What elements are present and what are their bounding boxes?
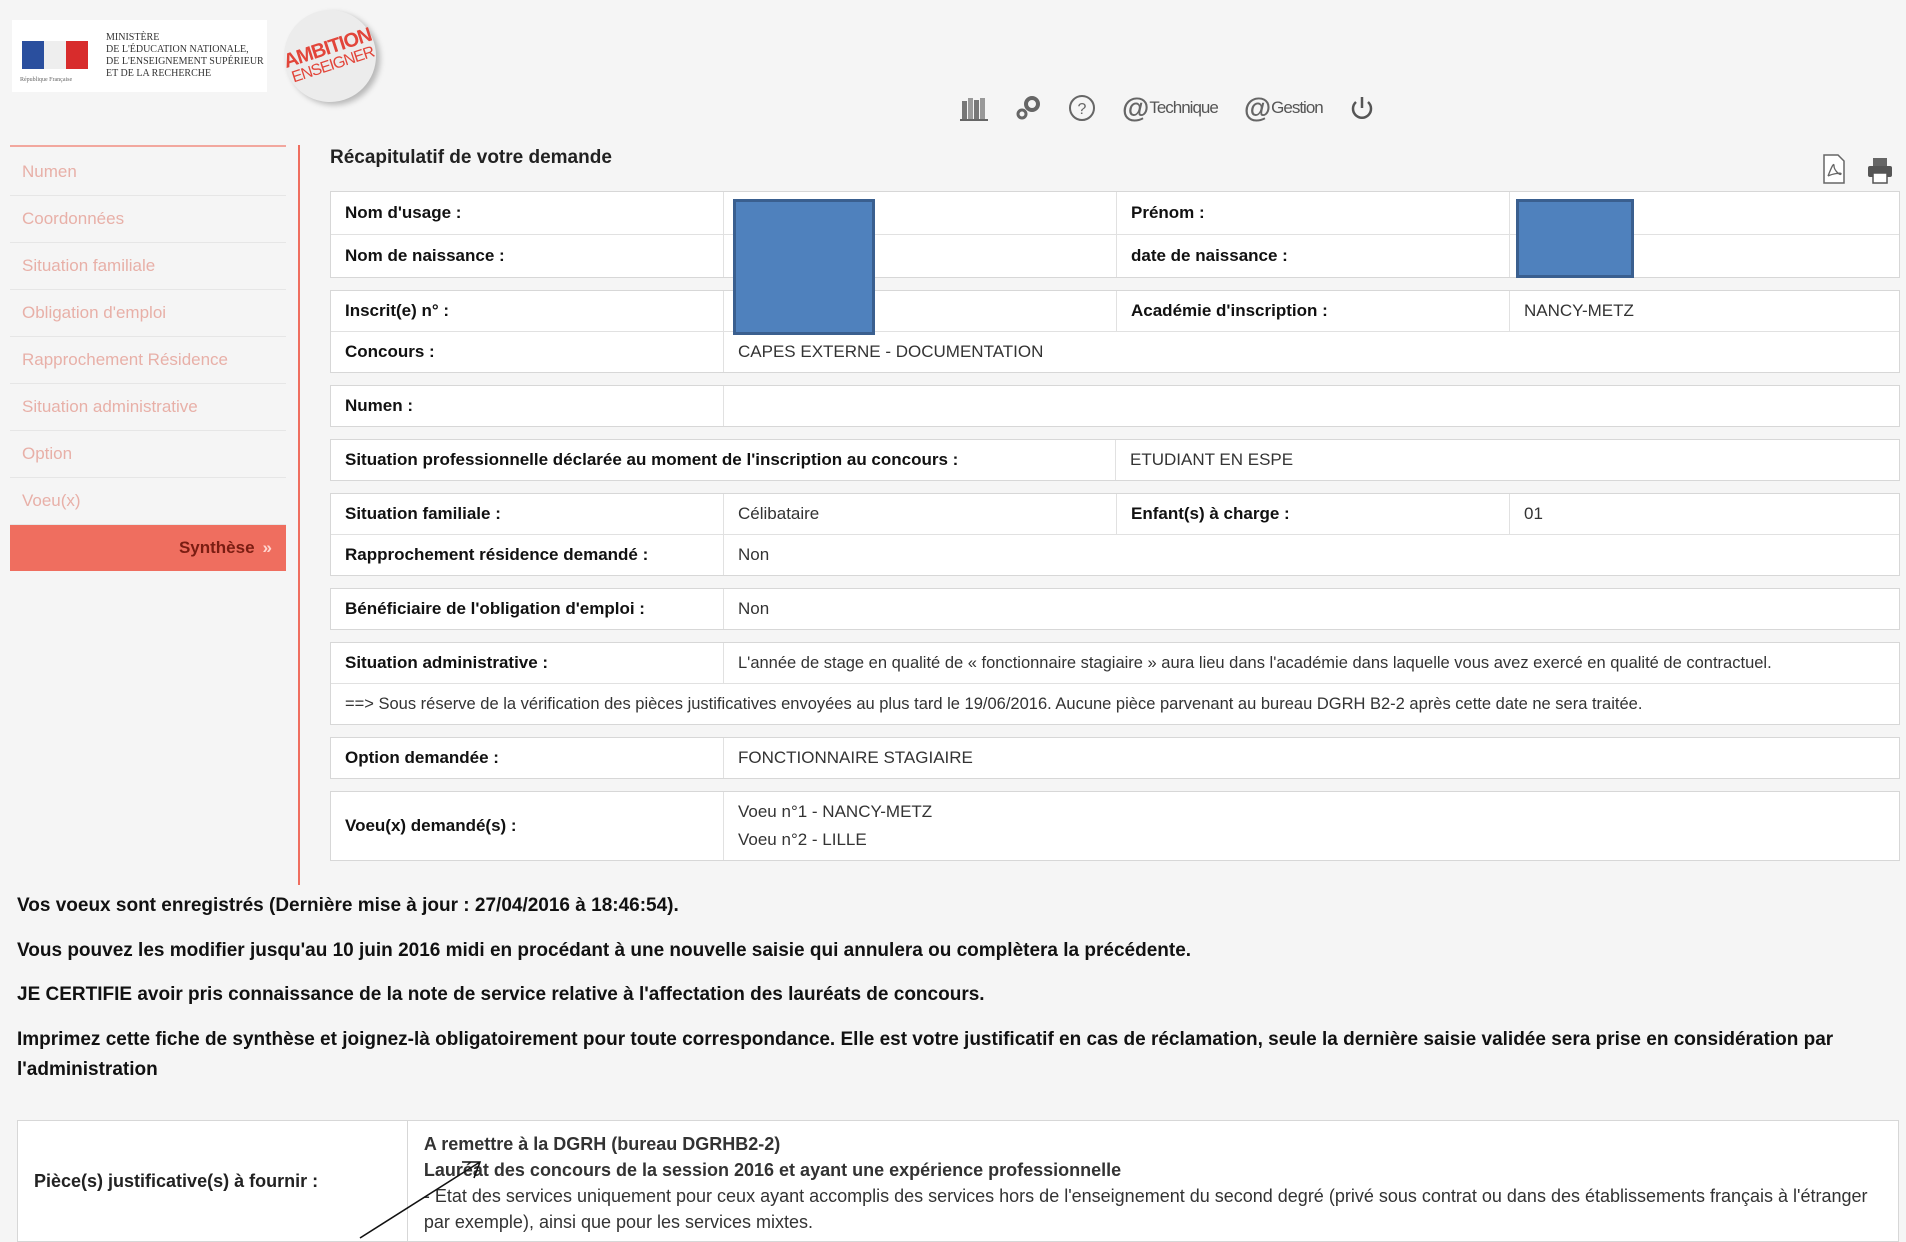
nom-usage-label: Nom d'usage : xyxy=(331,192,724,234)
sidebar: Numen Coordonnées Situation familiale Ob… xyxy=(10,145,286,571)
numen-value xyxy=(724,386,1899,426)
obligation-label: Bénéficiaire de l'obligation d'emploi : xyxy=(331,589,724,629)
sidebar-item-label: Synthèse xyxy=(178,538,255,557)
ministry-logo: République Française Ministère de l'Éduc… xyxy=(12,20,267,92)
sidebar-item-label: Numen xyxy=(22,162,77,181)
print-instruction-message: Imprimez cette fiche de synthèse et joig… xyxy=(17,1029,1834,1080)
modification-deadline-message: Vous pouvez les modifier jusqu'au 10 jui… xyxy=(17,940,1192,961)
sidebar-item-coordonnees[interactable]: Coordonnées xyxy=(10,196,286,243)
identity-box: Nom d'usage : Prénom : Nom de naissance … xyxy=(330,191,1900,278)
situation-fam-label: Situation familiale : xyxy=(331,494,724,534)
sidebar-item-situation-administrative[interactable]: Situation administrative xyxy=(10,384,286,431)
toolbar: ? @ Technique @ Gestion xyxy=(960,92,1375,124)
academie-label: Académie d'inscription : xyxy=(1117,291,1510,331)
situation-admin-box: Situation administrative : L'année de st… xyxy=(330,642,1900,725)
famille-box: Situation familiale : Célibataire Enfant… xyxy=(330,493,1900,576)
sidebar-item-option[interactable]: Option xyxy=(10,431,286,478)
voeux-label: Voeu(x) demandé(s) : xyxy=(331,792,724,860)
situation-pro-box: Situation professionnelle déclarée au mo… xyxy=(330,439,1900,481)
sidebar-item-obligation-emploi[interactable]: Obligation d'emploi xyxy=(10,290,286,337)
situation-admin-label: Situation administrative : xyxy=(331,643,724,683)
gestion-contact-link[interactable]: @ Gestion xyxy=(1243,92,1324,124)
redaction-box xyxy=(1516,199,1634,278)
rapprochement-value: Non xyxy=(738,545,770,564)
numen-box: Numen : xyxy=(330,385,1900,427)
at-icon: @ xyxy=(1243,92,1271,123)
concours-label: Concours : xyxy=(331,332,724,372)
pieces-content: A remettre à la DGRH (bureau DGRHB2-2) L… xyxy=(408,1121,1898,1241)
option-value: FONCTIONNAIRE STAGIAIRE xyxy=(738,748,973,767)
sidebar-item-label: Coordonnées xyxy=(22,209,125,228)
situation-pro-label: Situation professionnelle déclarée au mo… xyxy=(331,440,1116,480)
sidebar-item-numen[interactable]: Numen xyxy=(10,149,286,196)
situation-admin-value: L'année de stage en qualité de « fonctio… xyxy=(738,653,1772,672)
enfants-value: 01 xyxy=(1524,504,1543,523)
power-icon[interactable] xyxy=(1349,94,1375,122)
option-label: Option demandée : xyxy=(331,738,724,778)
sidebar-divider xyxy=(298,145,300,885)
academie-value: NANCY-METZ xyxy=(1524,301,1634,320)
sidebar-item-rapprochement-residence[interactable]: Rapprochement Résidence xyxy=(10,337,286,384)
voeu-2: Voeu n°2 - LILLE xyxy=(738,830,867,849)
sidebar-item-label: Voeu(x) xyxy=(22,491,81,510)
prenom-label: Prénom : xyxy=(1117,192,1510,234)
ambition-enseigner-logo: AMBITION ENSEIGNER xyxy=(272,0,388,114)
situation-pro-value: ETUDIANT EN ESPE xyxy=(1130,450,1294,469)
inscrit-label: Inscrit(e) n° : xyxy=(331,291,724,331)
sidebar-item-synthese[interactable]: Synthèse » xyxy=(10,525,286,571)
svg-text:?: ? xyxy=(1078,101,1087,118)
pieces-condition: Lauréat des concours de la session 2016 … xyxy=(423,1160,1122,1180)
enfants-label: Enfant(s) à charge : xyxy=(1117,494,1510,534)
gestion-label: Gestion xyxy=(1271,98,1324,117)
sidebar-item-situation-familiale[interactable]: Situation familiale xyxy=(10,243,286,290)
date-naissance-label: date de naissance : xyxy=(1117,235,1510,277)
inscription-box: Inscrit(e) n° : Académie d'inscription :… xyxy=(330,290,1900,373)
pdf-icon[interactable] xyxy=(1822,154,1846,184)
redaction-box xyxy=(733,199,875,335)
summary-grid: Nom d'usage : Prénom : Nom de naissance … xyxy=(330,191,1900,873)
sidebar-item-label: Option xyxy=(22,444,73,463)
sidebar-item-label: Rapprochement Résidence xyxy=(22,350,229,369)
ministry-name: Ministère de l'Éducation nationale, de l… xyxy=(106,32,264,79)
obligation-value: Non xyxy=(738,599,770,618)
sidebar-item-label: Obligation d'emploi xyxy=(22,303,167,322)
chevron-right-icon: » xyxy=(262,538,272,557)
print-icon[interactable] xyxy=(1866,156,1894,184)
republique-label: République Française xyxy=(20,77,73,83)
sidebar-item-label: Situation familiale xyxy=(22,256,156,275)
voeux-box: Voeu(x) demandé(s) : Voeu n°1 - NANCY-ME… xyxy=(330,791,1900,861)
sidebar-item-voeux[interactable]: Voeu(x) xyxy=(10,478,286,525)
sidebar-item-label: Situation administrative xyxy=(22,397,198,416)
gears-icon[interactable] xyxy=(1014,94,1042,122)
technique-contact-link[interactable]: @ Technique xyxy=(1122,92,1219,124)
rapprochement-label: Rapprochement résidence demandé : xyxy=(331,535,724,575)
voeu-1: Voeu n°1 - NANCY-METZ xyxy=(738,802,933,821)
situation-fam-value: Célibataire xyxy=(724,494,1117,534)
summary-title: Récapitulatif de votre demande xyxy=(330,147,612,168)
help-icon[interactable]: ? xyxy=(1068,94,1096,122)
marianne-logo: République Française xyxy=(18,39,92,83)
technique-label: Technique xyxy=(1149,98,1219,117)
books-icon[interactable] xyxy=(960,95,988,121)
option-box: Option demandée : FONCTIONNAIRE STAGIAIR… xyxy=(330,737,1900,779)
reserve-note: ==> Sous réserve de la vérification des … xyxy=(345,694,1643,713)
voeux-values: Voeu n°1 - NANCY-METZ Voeu n°2 - LILLE xyxy=(724,792,1899,860)
obligation-box: Bénéficiaire de l'obligation d'emploi : … xyxy=(330,588,1900,630)
concours-value: CAPES EXTERNE - DOCUMENTATION xyxy=(738,342,1044,361)
pieces-detail: - Etat des services uniquement pour ceux… xyxy=(423,1186,1868,1232)
at-icon: @ xyxy=(1122,92,1149,123)
pieces-justificatives-box: Pièce(s) justificative(s) à fournir : A … xyxy=(17,1120,1899,1242)
certification-message: JE CERTIFIE avoir pris connaissance de l… xyxy=(17,984,985,1005)
save-confirmation-message: Vos voeux sont enregistrés (Dernière mis… xyxy=(17,895,679,916)
numen-label: Numen : xyxy=(331,386,724,426)
nom-naissance-label: Nom de naissance : xyxy=(331,235,724,277)
annotation-arrow xyxy=(359,1161,482,1239)
